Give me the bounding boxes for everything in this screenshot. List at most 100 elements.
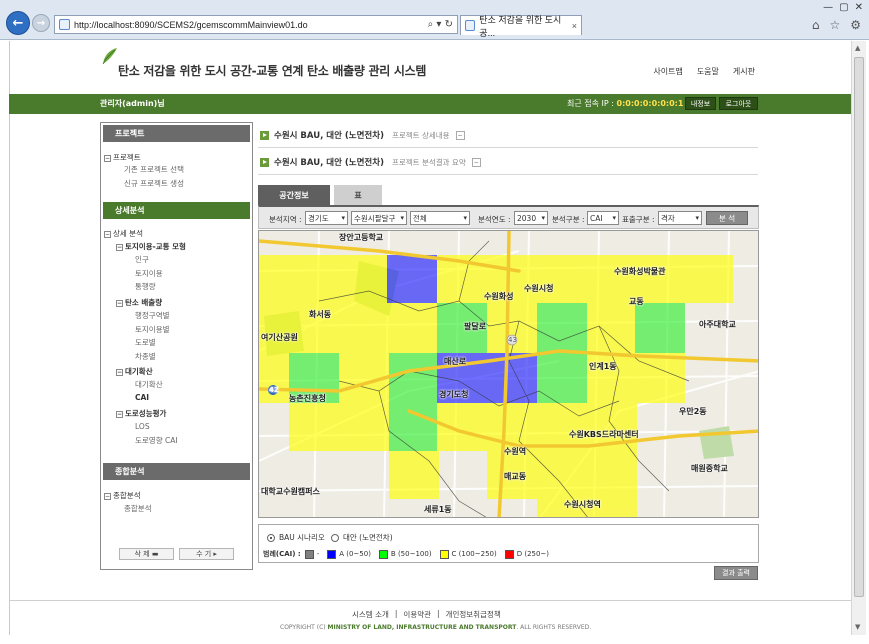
year-select[interactable]: 2030 ▾ (514, 211, 548, 225)
sitemap-link[interactable]: 사이트맵 (653, 66, 682, 77)
scroll-up-icon[interactable]: ▲ (855, 44, 860, 52)
maximize-icon[interactable]: ▢ (839, 2, 848, 13)
tree-by-road[interactable]: 도로별 (135, 337, 156, 348)
footer-link-about[interactable]: 시스템 소개 (352, 609, 389, 620)
tree-dispersion-sub[interactable]: 대기확산 (135, 379, 163, 390)
home-icon[interactable]: ⌂ (812, 18, 820, 32)
tree-dispersion[interactable]: − 대기확산 (116, 366, 153, 377)
browser-tools: ⌂ ☆ ⚙ (812, 18, 861, 32)
tree-select-project[interactable]: 기존 프로젝트 선택 (124, 164, 184, 175)
expand-icon[interactable]: − (455, 130, 465, 140)
tree-carbon[interactable]: − 탄소 배출량 (116, 297, 162, 308)
radio-alternative[interactable]: 대안 (노면전차) (331, 532, 393, 543)
settings-gear-icon[interactable]: ⚙ (850, 18, 861, 32)
tree-by-landuse[interactable]: 토지이용별 (135, 324, 170, 335)
vertical-scrollbar[interactable]: ▲ ▼ (851, 41, 866, 635)
display-label: 표출구분 : (622, 215, 655, 224)
logout-button[interactable]: 로그아웃 (719, 97, 758, 110)
tree-landuse-traffic[interactable]: − 토지이용-교통 모형 (116, 241, 186, 252)
tree-new-project[interactable]: 신규 프로젝트 생성 (124, 178, 184, 189)
close-window-icon[interactable]: ✕ (855, 2, 863, 13)
map-label: 장안고등학교 (339, 233, 384, 242)
region3-select[interactable]: 전체 ▾ (410, 211, 470, 225)
tab-spatial[interactable]: 공간정보 (258, 185, 330, 205)
address-bar[interactable]: http://localhost:8090/SCEMS2/gcemscommMa… (54, 15, 458, 34)
export-results-button[interactable]: 결과 출력 (714, 566, 758, 580)
ip-value: 0:0:0:0:0:0:0:1 (616, 99, 684, 108)
address-controls[interactable]: ⌕ ▾ ↻ (428, 19, 453, 30)
radio-dot-selected[interactable] (267, 533, 275, 542)
project-line-2[interactable]: 수원시 BAU, 대안 (노면전차) 프로젝트 분석결과 요약 − (260, 156, 481, 168)
back-arrow-icon[interactable]: ← (6, 11, 30, 35)
tree-road-performance[interactable]: − 도로성능평가 (116, 408, 166, 419)
region1-select[interactable]: 경기도 ▾ (305, 211, 348, 225)
collapse-icon[interactable]: − (116, 368, 123, 376)
sidebar-head-detail: 상세분석 (103, 202, 250, 219)
scroll-thumb[interactable] (854, 57, 864, 597)
edit-button[interactable]: 수 기 ▸ (179, 548, 234, 560)
tab-page-icon (465, 20, 476, 31)
tree-cai[interactable]: CAI (135, 393, 149, 402)
my-info-button[interactable]: 내정보 (685, 97, 716, 110)
analyze-button[interactable]: 분 석 (706, 211, 748, 225)
scroll-down-icon[interactable]: ▼ (855, 623, 860, 631)
collapse-icon[interactable]: − (116, 243, 123, 251)
footer-divider (9, 600, 851, 601)
tree-road-cai[interactable]: 도로영향 CAI (135, 435, 178, 446)
footer-link-privacy[interactable]: 개인정보취급정책 (446, 609, 501, 620)
help-link[interactable]: 도움말 (697, 66, 719, 77)
tree-admin-area[interactable]: 행정구역별 (135, 310, 170, 321)
map-label: 수원시청역 (564, 500, 601, 509)
map-label: 화서동 (309, 310, 332, 319)
collapse-icon[interactable]: − (104, 154, 111, 162)
tree-summary-sub[interactable]: 종합분석 (124, 503, 152, 514)
tree-by-vehicle[interactable]: 차종별 (135, 351, 156, 362)
region2-select[interactable]: 수원시팔달구 ▾ (351, 211, 407, 225)
site-title[interactable]: 탄소 저감을 위한 도시 공간-교통 연계 탄소 배출량 관리 시스템 (118, 62, 426, 79)
browser-tab[interactable]: 탄소 저감을 위한 도시 공... × (460, 15, 582, 38)
project-line-1[interactable]: 수원시 BAU, 대안 (노면전차) 프로젝트 상세내용 − (260, 129, 465, 141)
tab-close-icon[interactable]: × (572, 21, 577, 31)
collapse-icon[interactable]: − (104, 230, 111, 238)
divider (258, 147, 758, 148)
map-label: 수원역 (504, 447, 527, 456)
map-label: 수원KBS드라마센터 (569, 430, 639, 439)
divider (258, 174, 758, 175)
radio-dot[interactable] (331, 533, 339, 542)
tree-traffic[interactable]: 통행량 (135, 281, 156, 292)
route-number: 42 (269, 386, 279, 394)
delete-button[interactable]: 삭 제 ▬ (119, 548, 174, 560)
minimize-icon[interactable]: — (823, 2, 833, 13)
footer-sep: | (394, 609, 398, 618)
collapse-icon[interactable]: − (116, 299, 123, 307)
footer-link-terms[interactable]: 이용약관 (403, 609, 431, 620)
type-select[interactable]: CAI ▾ (587, 211, 619, 225)
map-label: 인계1동 (589, 362, 617, 371)
forward-arrow-icon[interactable]: → (32, 14, 50, 32)
radio-bau[interactable]: BAU 시나리오 (267, 532, 325, 543)
map-label: 세류1동 (424, 505, 452, 514)
sidebar-head-summary: 종합분석 (103, 463, 250, 480)
tree-project[interactable]: − 프로젝트 (104, 152, 141, 163)
favorites-star-icon[interactable]: ☆ (829, 18, 840, 32)
window-buttons: — ▢ ✕ (823, 2, 863, 13)
tree-population[interactable]: 인구 (135, 254, 149, 265)
cai-grid-map[interactable]: 장안고등학교 수원화성 수원화성박물관 수원시청 아주대학교 교동 우만2동 경… (258, 230, 759, 518)
url-text[interactable]: http://localhost:8090/SCEMS2/gcemscommMa… (74, 20, 308, 30)
tree-los[interactable]: LOS (135, 422, 150, 431)
legend-item-d: D (250~) (504, 549, 549, 559)
display-select[interactable]: 격자 ▾ (658, 211, 702, 225)
map-label: 수원화성박물관 (614, 267, 666, 276)
board-link[interactable]: 게시판 (733, 66, 755, 77)
legend-item-c: C (100~250) (439, 549, 497, 559)
footer-sep: | (437, 609, 440, 618)
tree-landuse[interactable]: 토지이용 (135, 268, 163, 279)
last-ip: 최근 접속 IP : 0:0:0:0:0:0:0:1 (567, 98, 683, 109)
expand-icon[interactable]: − (471, 157, 481, 167)
tree-summary[interactable]: − 종합분석 (104, 490, 141, 501)
collapse-icon[interactable]: − (104, 492, 111, 500)
tree-detail[interactable]: − 상세 분석 (104, 228, 143, 239)
tab-table[interactable]: 표 (334, 185, 382, 205)
top-links: 사이트맵 도움말 게시판 (653, 66, 755, 77)
collapse-icon[interactable]: − (116, 410, 123, 418)
